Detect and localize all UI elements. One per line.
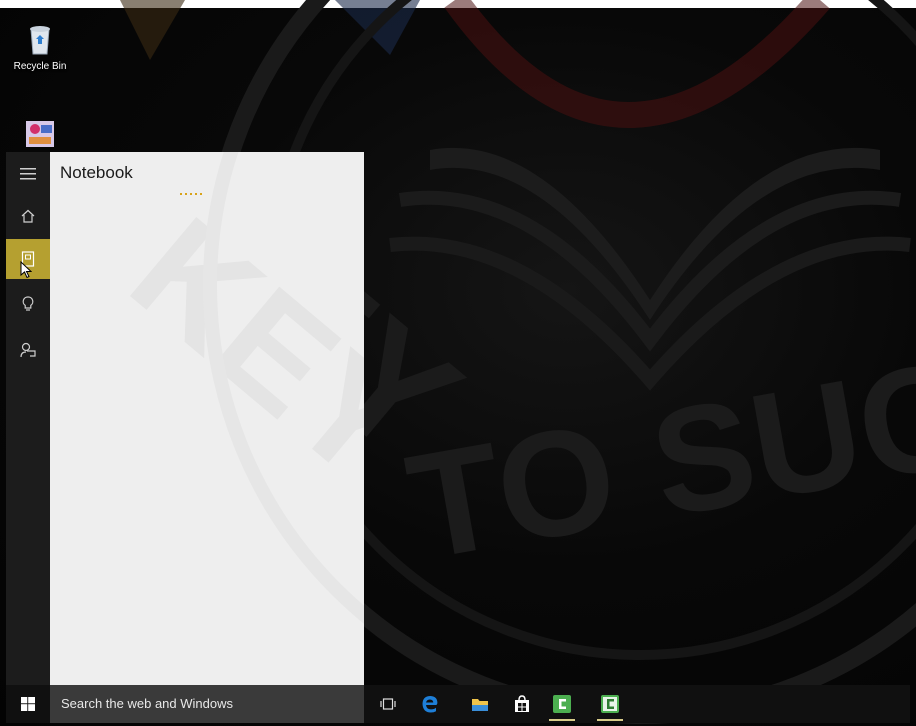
desktop-top-band — [0, 0, 916, 8]
svg-text:TO SUCC: TO SUCC — [396, 309, 916, 591]
edge-button[interactable] — [414, 685, 446, 723]
running-indicator — [549, 719, 575, 721]
store-button[interactable] — [506, 685, 538, 723]
mouse-cursor-icon — [20, 261, 32, 279]
task-view-icon — [380, 698, 396, 710]
rail-reminders-button[interactable] — [6, 284, 50, 324]
file-explorer-icon — [472, 699, 488, 711]
lightbulb-icon — [22, 296, 34, 311]
rail-home-button[interactable] — [6, 196, 50, 236]
windows-logo-icon — [21, 697, 35, 711]
camtasia-icon — [553, 695, 571, 713]
shortcut-icon — [26, 121, 54, 147]
file-explorer-button[interactable] — [464, 685, 496, 723]
start-button[interactable] — [6, 685, 50, 723]
hamburger-menu-icon — [20, 168, 36, 180]
recycle-bin-icon — [30, 26, 50, 55]
desktop-icon-shortcut[interactable] — [22, 119, 58, 152]
search-box[interactable]: Search the web and Windows — [50, 685, 364, 723]
panel-watermark: KEY — [102, 152, 364, 624]
search-placeholder: Search the web and Windows — [61, 696, 233, 711]
notebook-panel: Notebook KEY — [50, 152, 364, 685]
camtasia-button-1[interactable] — [546, 685, 578, 723]
rail-feedback-button[interactable] — [6, 330, 50, 370]
rail-notebook-button[interactable] — [6, 239, 50, 279]
store-icon — [515, 695, 529, 712]
home-icon — [21, 209, 35, 223]
desktop-icon-recycle-bin[interactable]: Recycle Bin — [8, 24, 72, 72]
taskbar: Search the web and Windows — [6, 685, 910, 723]
recycle-bin-label: Recycle Bin — [13, 61, 67, 72]
cortana-rail — [6, 152, 50, 685]
task-view-button[interactable] — [372, 685, 404, 723]
edge-icon — [422, 696, 438, 713]
running-indicator — [597, 719, 623, 721]
feedback-icon — [20, 342, 36, 358]
rail-menu-button[interactable] — [6, 154, 50, 194]
svg-text:KEY: KEY — [102, 185, 364, 512]
camtasia-icon — [601, 695, 619, 713]
camtasia-button-2[interactable] — [594, 685, 626, 723]
